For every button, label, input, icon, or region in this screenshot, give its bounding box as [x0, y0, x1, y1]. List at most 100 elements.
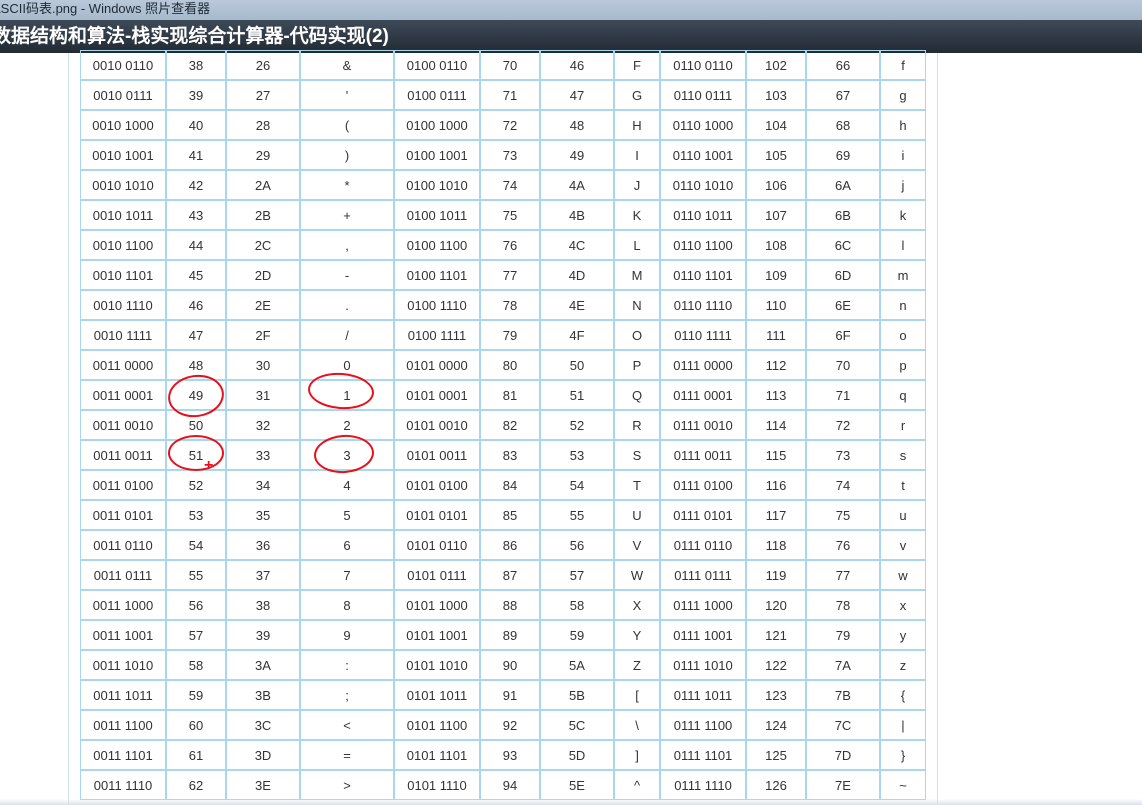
table-row: 0110 1111 111 6F o: [660, 320, 926, 350]
table-row: 0101 0100 84 54 T: [394, 470, 660, 500]
decimal-cell: 112: [746, 350, 806, 380]
binary-cell: 0101 1001: [394, 620, 480, 650]
binary-cell: 0100 1000: [394, 110, 480, 140]
hex-cell: 77: [806, 560, 880, 590]
char-cell: h: [880, 110, 926, 140]
table-row: 0111 1010 122 7A z: [660, 650, 926, 680]
decimal-cell: 122: [746, 650, 806, 680]
char-cell: 1: [300, 380, 394, 410]
char-cell: 4: [300, 470, 394, 500]
binary-cell: 0111 1000: [660, 590, 746, 620]
binary-cell: 0101 0001: [394, 380, 480, 410]
char-cell: f: [880, 50, 926, 80]
binary-cell: 0010 1010: [80, 170, 166, 200]
char-cell: {: [880, 680, 926, 710]
decimal-cell: 121: [746, 620, 806, 650]
hex-cell: 7B: [806, 680, 880, 710]
table-row: 0010 1100 44 2C,: [80, 230, 394, 260]
char-cell: X: [614, 590, 660, 620]
char-cell: W: [614, 560, 660, 590]
hex-cell: 51: [540, 380, 614, 410]
char-cell: >: [300, 770, 394, 800]
binary-cell: 0101 0011: [394, 440, 480, 470]
hex-cell: 3B: [226, 680, 300, 710]
binary-cell: 0100 1011: [394, 200, 480, 230]
hex-cell: 5C: [540, 710, 614, 740]
table-row: 0011 1100 60 3C <: [80, 710, 394, 740]
table-row: 0011 0001 49 31 1: [80, 380, 394, 410]
video-title-overlay: 数据结构和算法-栈实现综合计算器-代码实现(2): [0, 20, 1142, 53]
table-row: 0011 0101 53 35 5: [80, 500, 394, 530]
binary-cell: 0101 0100: [394, 470, 480, 500]
hex-cell: 70: [806, 350, 880, 380]
binary-cell: 0110 1010: [660, 170, 746, 200]
binary-cell: 0011 0011: [80, 440, 166, 470]
char-cell: N: [614, 290, 660, 320]
hex-cell: 48: [540, 110, 614, 140]
hex-cell: 4D: [540, 260, 614, 290]
decimal-cell: 72: [480, 110, 540, 140]
binary-cell: 0101 1000: [394, 590, 480, 620]
decimal-cell: 114: [746, 410, 806, 440]
binary-cell: 0111 0101: [660, 500, 746, 530]
char-cell: n: [880, 290, 926, 320]
hex-cell: 53: [540, 440, 614, 470]
binary-cell: 0011 1100: [80, 710, 166, 740]
decimal-cell: 49: [166, 380, 226, 410]
table-row: 0111 0001 113 71 q: [660, 380, 926, 410]
decimal-cell: 56: [166, 590, 226, 620]
table-row: 0010 0111 39 27 ': [80, 80, 394, 110]
char-cell: ): [300, 140, 394, 170]
table-row: 0011 1001 57 39 9: [80, 620, 394, 650]
decimal-cell: 42: [166, 170, 226, 200]
table-row: 0011 0100 52 34 4: [80, 470, 394, 500]
char-cell: u: [880, 500, 926, 530]
hex-cell: 37: [226, 560, 300, 590]
char-cell: 8: [300, 590, 394, 620]
decimal-cell: 60: [166, 710, 226, 740]
char-cell: (: [300, 110, 394, 140]
decimal-cell: 123: [746, 680, 806, 710]
hex-cell: 27: [226, 80, 300, 110]
binary-cell: 0011 1110: [80, 770, 166, 800]
table-row: 0100 0111 71 47 G: [394, 80, 660, 110]
table-row: 0110 1000 104 68 h: [660, 110, 926, 140]
decimal-cell: 57: [166, 620, 226, 650]
char-cell: ]: [614, 740, 660, 770]
char-cell: *: [300, 170, 394, 200]
hex-cell: 74: [806, 470, 880, 500]
table-row: 0101 0001 81 51 Q: [394, 380, 660, 410]
char-cell: &: [300, 50, 394, 80]
binary-cell: 0011 1001: [80, 620, 166, 650]
decimal-cell: 105: [746, 140, 806, 170]
char-cell: -: [300, 260, 394, 290]
binary-cell: 0010 1111: [80, 320, 166, 350]
binary-cell: 0011 1010: [80, 650, 166, 680]
binary-cell: 0110 1001: [660, 140, 746, 170]
decimal-cell: 91: [480, 680, 540, 710]
decimal-cell: 120: [746, 590, 806, 620]
binary-cell: 0101 0000: [394, 350, 480, 380]
decimal-cell: 62: [166, 770, 226, 800]
hex-cell: 79: [806, 620, 880, 650]
hex-cell: 33: [226, 440, 300, 470]
binary-cell: 0101 1010: [394, 650, 480, 680]
decimal-cell: 102: [746, 50, 806, 80]
char-cell: K: [614, 200, 660, 230]
char-cell: o: [880, 320, 926, 350]
char-cell: t: [880, 470, 926, 500]
binary-cell: 0101 0110: [394, 530, 480, 560]
hex-cell: 4C: [540, 230, 614, 260]
table-row: 0101 1101 93 5D]: [394, 740, 660, 770]
table-row: 0100 1111 79 4F O: [394, 320, 660, 350]
hex-cell: 49: [540, 140, 614, 170]
char-cell: =: [300, 740, 394, 770]
char-cell: F: [614, 50, 660, 80]
table-row: 0101 1000 88 58 X: [394, 590, 660, 620]
hex-cell: 72: [806, 410, 880, 440]
photo-viewer-canvas: 0010 0110 38 26 & 0010 0111 39 27 ' 0010 1000 40 2…: [0, 50, 1142, 805]
hex-cell: 6C: [806, 230, 880, 260]
decimal-cell: 124: [746, 710, 806, 740]
binary-cell: 0101 1101: [394, 740, 480, 770]
decimal-cell: 61: [166, 740, 226, 770]
